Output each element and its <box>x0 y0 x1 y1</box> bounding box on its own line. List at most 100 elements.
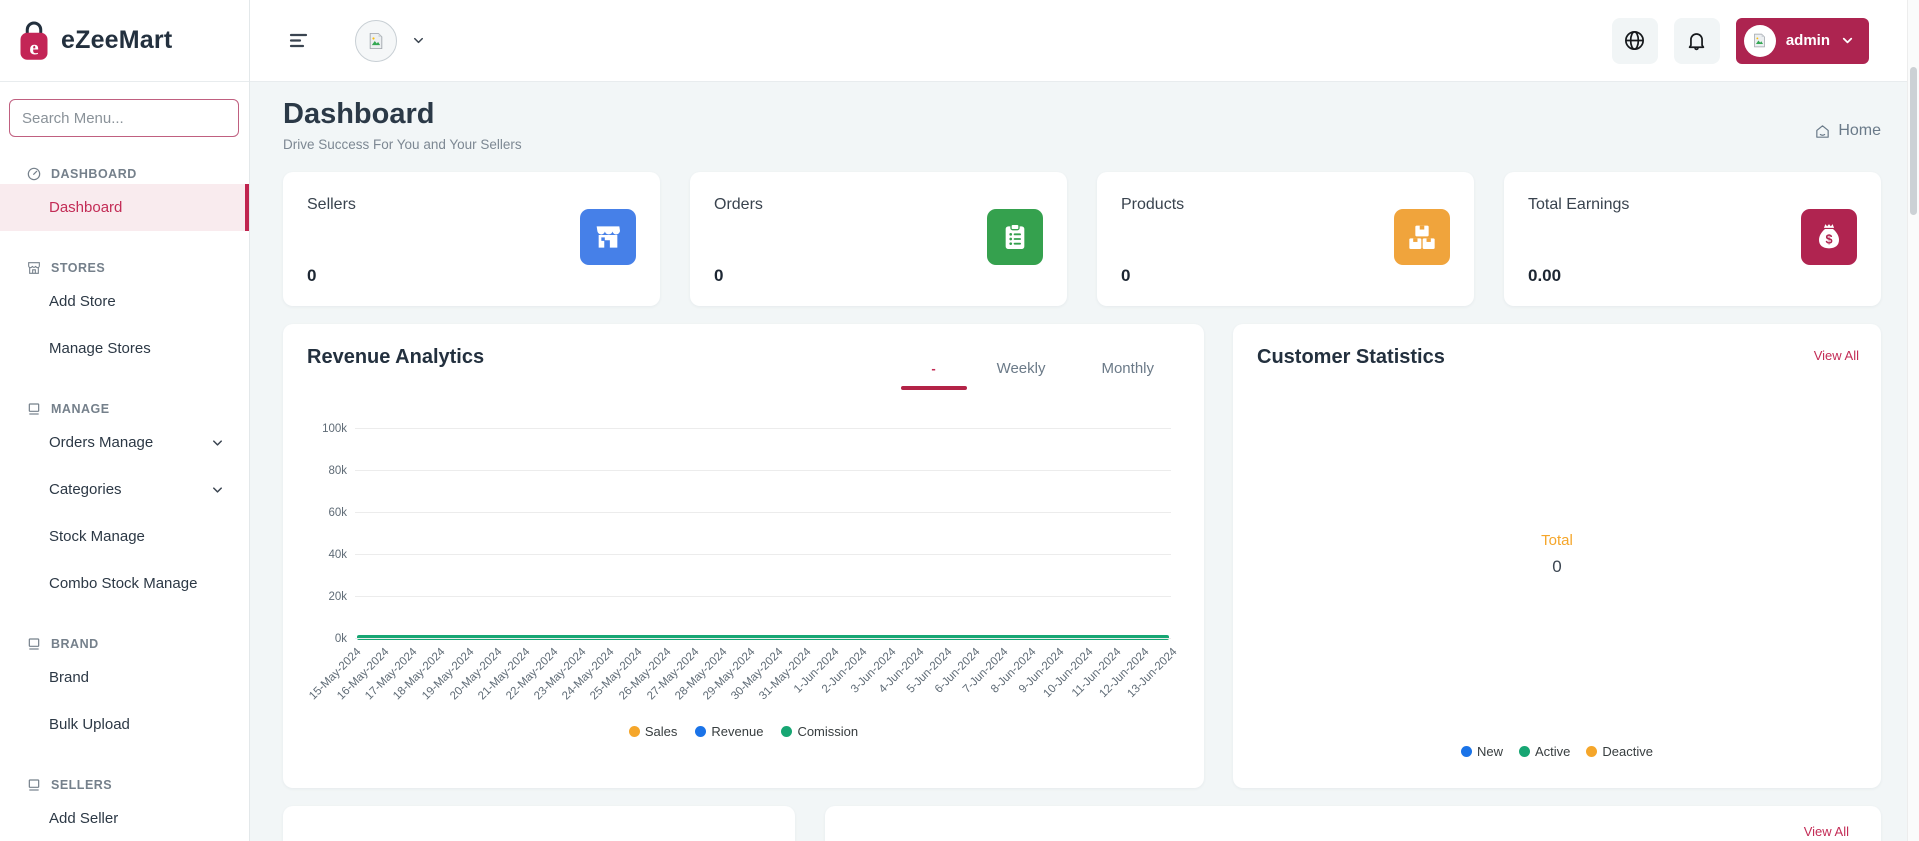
admin-user-button[interactable]: admin <box>1736 18 1869 64</box>
sidebar-item-label: Manage Stores <box>49 340 151 357</box>
stat-value: 0 <box>1121 266 1184 286</box>
sidebar-section-label: BRAND <box>51 637 99 651</box>
donut-total-value: 0 <box>1233 557 1881 577</box>
legend-label: New <box>1477 744 1503 759</box>
sidebar-item-add-store[interactable]: Add Store <box>0 278 249 325</box>
sidebar-item-label: Combo Stock Manage <box>49 575 197 592</box>
y-tick-label: 40k <box>303 549 347 561</box>
panel-icon <box>26 636 42 652</box>
legend-comission[interactable]: Comission <box>781 724 858 739</box>
legend-label: Comission <box>797 724 858 739</box>
legend-dot <box>781 726 792 737</box>
sidebar-item-brand[interactable]: Brand <box>0 654 249 701</box>
y-tick-label: 0k <box>303 633 347 645</box>
y-tick-label: 80k <box>303 465 347 477</box>
legend-label: Sales <box>645 724 678 739</box>
y-gridline: 40k <box>355 554 1171 555</box>
legend-deactive[interactable]: Deactive <box>1586 744 1653 759</box>
y-gridline: 20k <box>355 596 1171 597</box>
sidebar-item-orders-manage[interactable]: Orders Manage <box>0 419 249 466</box>
customer-legend: New Active Deactive <box>1233 744 1881 759</box>
y-gridline: 0k <box>355 638 1171 639</box>
breadcrumb-home-label: Home <box>1838 122 1881 140</box>
svg-text:e: e <box>29 35 38 59</box>
app-root: e eZeeMart DASHBOARD Dashboard STORES Add S… <box>0 0 1919 841</box>
sidebar-section-stores: STORES <box>0 260 249 276</box>
boxes-icon <box>1394 209 1450 265</box>
sidebar-item-combo-stock-manage[interactable]: Combo Stock Manage <box>0 560 249 607</box>
legend-new[interactable]: New <box>1461 744 1503 759</box>
topbar-actions: admin <box>1612 18 1869 64</box>
sidebar-item-bulk-upload[interactable]: Bulk Upload <box>0 701 249 748</box>
hamburger-menu-icon[interactable] <box>287 29 311 53</box>
legend-sales[interactable]: Sales <box>629 724 678 739</box>
legend-label: Active <box>1535 744 1570 759</box>
topbar-user-avatar[interactable] <box>355 20 426 62</box>
search-input[interactable] <box>9 99 239 137</box>
sidebar-section-brand: BRAND <box>0 636 249 652</box>
logo[interactable]: e eZeeMart <box>0 0 249 82</box>
storefront-icon <box>580 209 636 265</box>
svg-text:$: $ <box>1825 233 1832 247</box>
customer-view-all-link[interactable]: View All <box>1814 348 1859 363</box>
sidebar-section-sellers: SELLERS <box>0 777 249 793</box>
sidebar-item-label: Stock Manage <box>49 528 145 545</box>
stat-card-total-earnings: Total Earnings0.00$ <box>1504 172 1881 306</box>
sidebar-item-label: Brand <box>49 669 89 686</box>
chevron-down-icon <box>1840 33 1855 48</box>
legend-revenue[interactable]: Revenue <box>695 724 763 739</box>
money-bag-icon: $ <box>1801 209 1857 265</box>
panel-icon <box>26 401 42 417</box>
stat-value: 0 <box>307 266 356 286</box>
donut-center-label: Total 0 <box>1233 532 1881 577</box>
sidebar-item-label: Add Store <box>49 293 116 310</box>
page-header: Dashboard Drive Success For You and Your… <box>283 98 1881 172</box>
chevron-down-icon <box>210 435 225 450</box>
stat-info: Orders0 <box>714 196 763 286</box>
sidebar-nav: DASHBOARD Dashboard STORES Add Store Manage … <box>0 166 249 841</box>
scrollbar-thumb[interactable] <box>1910 67 1917 215</box>
legend-dot <box>1586 746 1597 757</box>
stat-label: Orders <box>714 196 763 214</box>
sidebar-item-dashboard[interactable]: Dashboard <box>0 184 249 231</box>
customer-statistics-panel: Customer Statistics View All Total 0 New… <box>1233 324 1881 788</box>
store-icon <box>26 260 42 276</box>
breadcrumb[interactable]: Home <box>1814 122 1881 140</box>
notifications-button[interactable] <box>1674 18 1720 64</box>
tab-monthly[interactable]: Monthly <box>1095 360 1160 377</box>
admin-avatar-icon <box>1744 25 1776 57</box>
language-globe-button[interactable] <box>1612 18 1658 64</box>
bottom-left-panel <box>283 806 795 841</box>
brand-name: eZeeMart <box>61 26 172 55</box>
tab-weekly[interactable]: Weekly <box>991 360 1052 377</box>
clipboard-icon <box>987 209 1043 265</box>
stat-card-products: Products 0 <box>1097 172 1474 306</box>
stat-card-orders: Orders0 <box>690 172 1067 306</box>
chevron-down-icon <box>210 482 225 497</box>
bottom-view-all-link[interactable]: View All <box>1804 824 1849 839</box>
avatar-placeholder-icon <box>355 20 397 62</box>
sidebar-item-label: Categories <box>49 481 122 498</box>
sidebar-item-manage-stores[interactable]: Manage Stores <box>0 325 249 372</box>
revenue-analytics-panel: Revenue Analytics -WeeklyMonthly 100k80k… <box>283 324 1204 788</box>
sidebar-item-categories[interactable]: Categories <box>0 466 249 513</box>
stat-card-sellers: Sellers 0 <box>283 172 660 306</box>
y-tick-label: 100k <box>303 423 347 435</box>
sidebar-item-label: Bulk Upload <box>49 716 130 733</box>
legend-active[interactable]: Active <box>1519 744 1570 759</box>
sidebar-item-add-seller[interactable]: Add Seller <box>0 795 249 841</box>
stat-value: 0.00 <box>1528 266 1629 286</box>
donut-total-label: Total <box>1233 532 1881 549</box>
sidebar-section-label: DASHBOARD <box>51 167 137 181</box>
page-title: Dashboard <box>283 98 522 131</box>
sidebar-section-label: MANAGE <box>51 402 110 416</box>
tab-daily[interactable]: - <box>921 361 947 376</box>
stat-label: Sellers <box>307 196 356 214</box>
bottom-right-panel: View All <box>825 806 1881 841</box>
y-tick-label: 20k <box>303 591 347 603</box>
stat-info: Sellers 0 <box>307 196 356 286</box>
sidebar-item-stock-manage[interactable]: Stock Manage <box>0 513 249 560</box>
sidebar-item-label: Dashboard <box>49 199 122 216</box>
window-scrollbar[interactable] <box>1907 0 1919 841</box>
stat-label: Products <box>1121 196 1184 214</box>
